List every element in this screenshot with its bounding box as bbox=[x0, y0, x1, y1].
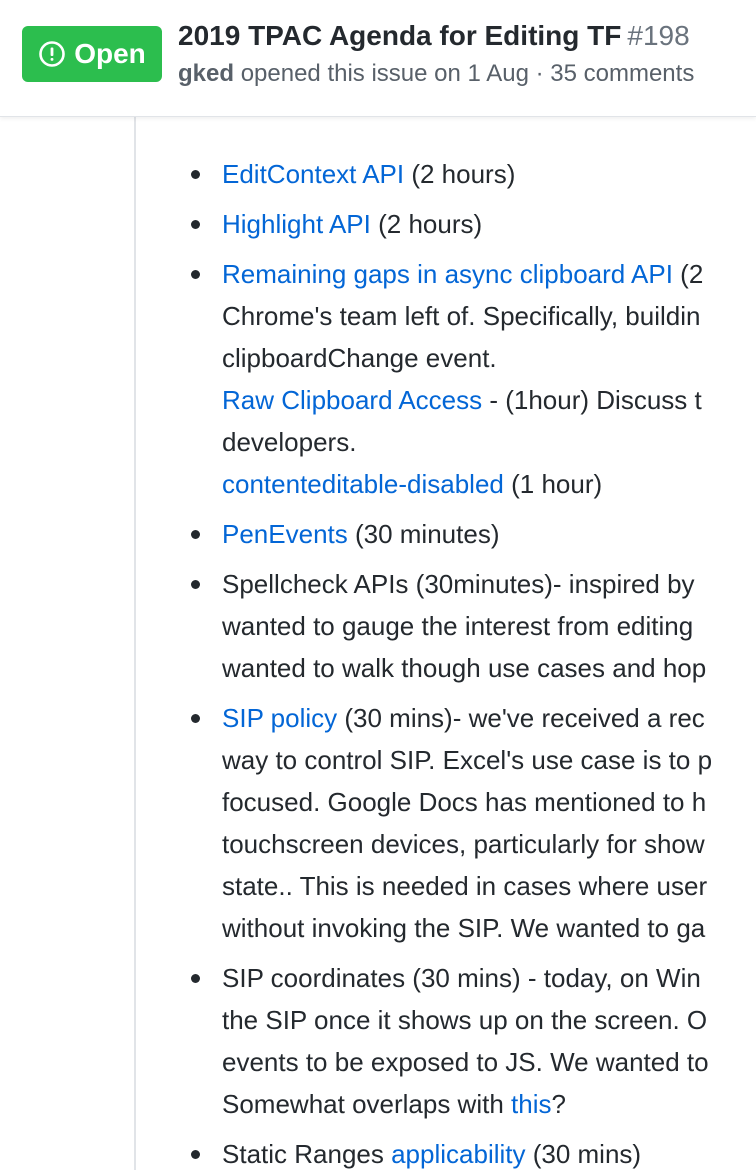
agenda-item-text: wanted to walk though use cases and hop bbox=[222, 653, 707, 683]
comment-body: EditContext API (2 hours) Highlight API … bbox=[136, 117, 756, 1170]
issue-number: #198 bbox=[627, 20, 690, 51]
agenda-item-text: Spellcheck APIs (30minutes)- inspired by bbox=[222, 569, 695, 599]
agenda-item-highlight: Highlight API (2 hours) bbox=[191, 203, 756, 245]
agenda-item-text: clipboardChange event. bbox=[222, 343, 497, 373]
agenda-item-text: Static Ranges bbox=[222, 1139, 392, 1169]
async-clipboard-link[interactable]: Remaining gaps in async clipboard API bbox=[222, 259, 673, 289]
agenda-item-text: touchscreen devices, particularly for sh… bbox=[222, 829, 705, 859]
agenda-item-sip-coordinates: SIP coordinates (30 mins) - today, on Wi… bbox=[191, 957, 756, 1125]
agenda-item-duration: (30 minutes) bbox=[347, 519, 500, 549]
issue-author-link[interactable]: gked bbox=[178, 60, 234, 87]
issue-state-label: Open bbox=[74, 38, 146, 69]
issue-opened-text: opened this issue on 1 Aug bbox=[240, 60, 529, 87]
agenda-item-text: without invoking the SIP. We wanted to g… bbox=[222, 913, 706, 943]
agenda-item-clipboard: Remaining gaps in async clipboard API (2… bbox=[191, 253, 756, 505]
agenda-item-text: (30 mins)- we've received a rec bbox=[337, 703, 705, 733]
agenda-item-text: SIP coordinates (30 mins) - today, on Wi… bbox=[222, 963, 701, 993]
applicability-link[interactable]: applicability bbox=[391, 1139, 525, 1169]
agenda-item-duration: (2 hours) bbox=[404, 159, 516, 189]
issue-title: 2019 TPAC Agenda for Editing TF #198 bbox=[178, 16, 690, 56]
agenda-item-duration: (2 bbox=[672, 259, 704, 289]
agenda-item-text: developers. bbox=[222, 427, 357, 457]
agenda-item-duration: (30 mins) bbox=[525, 1139, 642, 1169]
agenda-list: EditContext API (2 hours) Highlight API … bbox=[191, 153, 756, 1170]
agenda-item-duration: (2 hours) bbox=[370, 209, 483, 239]
agenda-item-text: Chrome's team left of. Specifically, bui… bbox=[222, 301, 701, 331]
issue-comment-count: 35 comments bbox=[550, 60, 695, 87]
raw-clipboard-access-link[interactable]: Raw Clipboard Access bbox=[222, 385, 482, 415]
agenda-item-text: events to be exposed to JS. We wanted to bbox=[222, 1047, 709, 1077]
agenda-item-duration: (1 hour) bbox=[503, 469, 603, 499]
issue-title-text: 2019 TPAC Agenda for Editing TF bbox=[178, 20, 622, 51]
agenda-item-spellcheck: Spellcheck APIs (30minutes)- inspired by… bbox=[191, 563, 756, 689]
contenteditable-disabled-link[interactable]: contenteditable-disabled bbox=[222, 469, 504, 499]
penevents-link[interactable]: PenEvents bbox=[222, 519, 348, 549]
issue-meta: gked opened this issue on 1 Aug · 35 com… bbox=[178, 58, 694, 90]
this-link[interactable]: this bbox=[511, 1089, 551, 1119]
agenda-item-text: - (1hour) Discuss t bbox=[482, 385, 702, 415]
agenda-item-penevents: PenEvents (30 minutes) bbox=[191, 513, 756, 555]
agenda-item-text: wanted to gauge the interest from editin… bbox=[222, 611, 694, 641]
agenda-item-static-ranges: Static Ranges applicability (30 mins) bbox=[191, 1133, 756, 1170]
agenda-item-text: ? bbox=[551, 1089, 566, 1119]
issue-opened-icon bbox=[39, 41, 66, 67]
issue-state-badge: Open bbox=[22, 26, 162, 82]
agenda-item-text: the SIP once it shows up on the screen. … bbox=[222, 1005, 708, 1035]
issue-header: Open 2019 TPAC Agenda for Editing TF #198… bbox=[0, 0, 756, 117]
sip-policy-link[interactable]: SIP policy bbox=[222, 703, 337, 733]
highlight-api-link[interactable]: Highlight API bbox=[222, 209, 371, 239]
agenda-item-sip-policy: SIP policy (30 mins)- we've received a r… bbox=[191, 697, 756, 949]
agenda-item-text: Somewhat overlaps with bbox=[222, 1089, 512, 1119]
agenda-item-text: way to control SIP. Excel's use case is … bbox=[222, 745, 713, 775]
agenda-item-text: state.. This is needed in cases where us… bbox=[222, 871, 708, 901]
agenda-item-editcontext: EditContext API (2 hours) bbox=[191, 153, 756, 195]
agenda-item-text: focused. Google Docs has mentioned to h bbox=[222, 787, 707, 817]
editcontext-api-link[interactable]: EditContext API bbox=[222, 159, 404, 189]
meta-separator: · bbox=[535, 60, 544, 87]
